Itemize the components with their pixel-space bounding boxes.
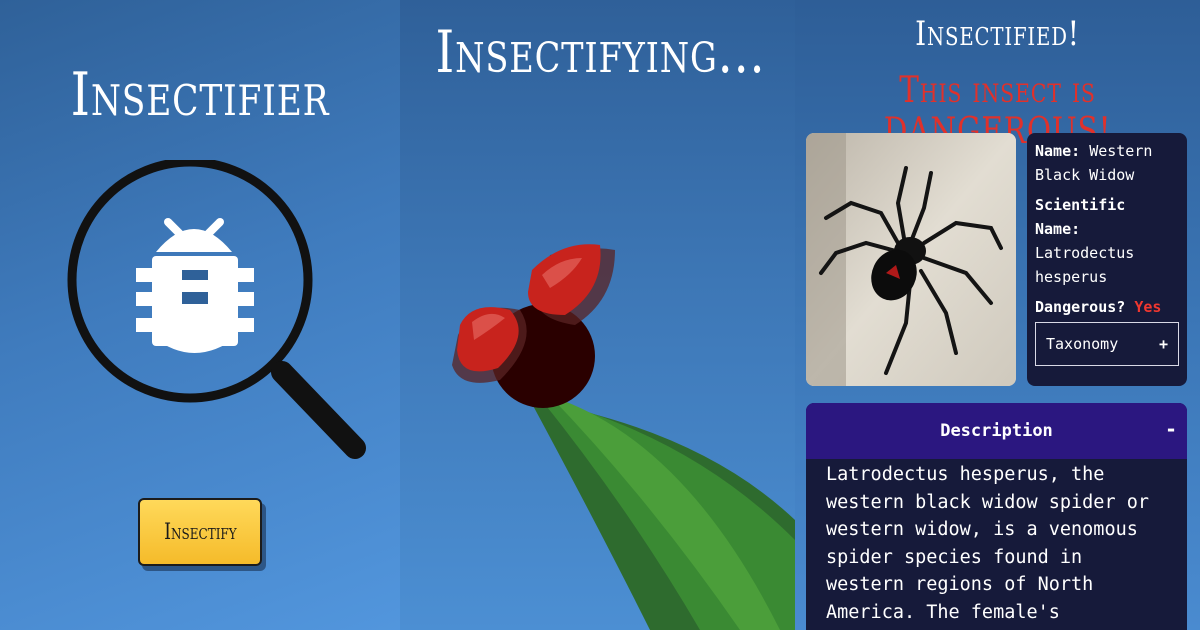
description-card: Description - Latrodectus hesperus, the … xyxy=(806,403,1187,630)
loading-title: Insectifying... xyxy=(435,18,766,86)
dangerous-value: Yes xyxy=(1134,298,1162,316)
app-title: Insectifier xyxy=(70,60,330,130)
loading-screen: Insectifying... xyxy=(400,0,795,630)
description-text: Latrodectus hesperus, the western black … xyxy=(826,464,1150,623)
expand-plus-icon: + xyxy=(1158,335,1168,353)
scientific-name-value: Latrodectus hesperus xyxy=(1035,244,1135,286)
result-screen: Insectified! This insect is DANGEROUS! N… xyxy=(795,0,1200,630)
description-title: Description xyxy=(940,421,1053,441)
spider-photo xyxy=(806,133,1016,386)
description-header[interactable]: Description - xyxy=(806,403,1187,459)
name-field: Name: Western Black Widow xyxy=(1035,139,1179,187)
insectify-button[interactable]: Insectify xyxy=(138,498,262,566)
scientific-name-label: Scientific Name: xyxy=(1035,196,1126,238)
collapse-minus-icon[interactable]: - xyxy=(1165,417,1177,441)
dangerous-field: Dangerous? Yes xyxy=(1035,295,1179,319)
ladybug-leaf-illustration xyxy=(452,244,795,630)
taxonomy-expander[interactable]: Taxonomy + xyxy=(1035,322,1179,366)
taxonomy-label: Taxonomy xyxy=(1046,335,1119,353)
result-title: Insectified! xyxy=(915,14,1080,54)
magnifier-bug-icon xyxy=(67,160,366,459)
insect-info-card: Name: Western Black Widow Scientific Nam… xyxy=(1027,133,1187,386)
insectify-button-label: Insectify xyxy=(163,519,237,545)
name-label: Name: xyxy=(1035,142,1081,160)
scientific-name-field: Scientific Name: Latrodectus hesperus xyxy=(1035,193,1179,289)
dangerous-label: Dangerous? xyxy=(1035,298,1126,316)
start-screen: Insectifier Insectify xyxy=(0,0,400,630)
